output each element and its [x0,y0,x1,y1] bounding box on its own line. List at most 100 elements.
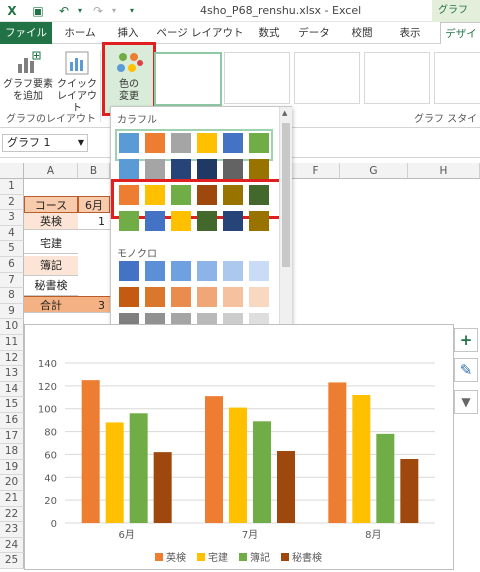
monochrome-palette-swatch[interactable] [171,287,191,307]
undo-icon[interactable]: ↶ [56,3,72,19]
colorful-palette-swatch[interactable] [249,159,269,179]
name-box-dropdown-icon[interactable]: ▼ [78,135,84,151]
cell-a4[interactable]: 宅建 [24,234,78,254]
monochrome-palette-swatch[interactable] [119,287,139,307]
tab-review[interactable]: 校閲 [340,22,384,44]
select-all-corner[interactable] [0,163,24,179]
name-box[interactable]: グラフ 1 ▼ [2,134,88,152]
customize-qat-icon[interactable]: ▾ [124,3,140,19]
cell-b7[interactable]: 3 [78,296,110,313]
monochrome-palette-swatch[interactable] [223,261,243,281]
chart-style-thumb-4[interactable] [364,52,430,104]
cell-b3[interactable]: 1 [78,213,110,230]
redo-dropdown-icon[interactable]: ▾ [106,3,122,19]
cell-b2-header[interactable]: 6月 [78,196,110,213]
chart-elements-button[interactable]: + [454,328,478,352]
colorful-palette-swatch[interactable] [249,211,269,231]
chart-area[interactable]: 0 20 40 60 80 100 120 140 6月 7月 8月 英検 宅建 簿記 秘書検 [24,324,454,570]
monochrome-palette-swatch[interactable] [197,287,217,307]
chart-style-thumb-2[interactable] [224,52,290,104]
colorful-palette-swatch[interactable] [145,159,165,179]
row-header[interactable]: 2 [0,194,24,211]
row-header[interactable]: 3 [0,210,24,226]
monochrome-palette-swatch[interactable] [249,261,269,281]
monochrome-palette-swatch[interactable] [145,261,165,281]
row-header[interactable]: 4 [0,225,24,242]
row-header[interactable]: 9 [0,303,24,320]
column-header-g[interactable]: G [340,163,408,179]
tab-file[interactable]: ファイル [0,22,52,44]
tab-design[interactable]: デザイン [440,22,480,62]
chart-style-thumb-1[interactable] [154,52,222,106]
colorful-palette-swatch[interactable] [223,185,243,205]
tab-data[interactable]: データ [292,22,336,44]
colorful-palette-swatch[interactable] [119,133,139,153]
row-header[interactable]: 12 [0,350,24,367]
colorful-palette-swatch[interactable] [119,185,139,205]
row-header[interactable]: 22 [0,506,24,523]
colorful-palette-swatch[interactable] [171,211,191,231]
colorful-palette-swatch[interactable] [197,185,217,205]
row-header[interactable]: 19 [0,459,24,476]
row-header[interactable]: 1 [0,179,24,195]
row-header[interactable]: 24 [0,537,24,554]
colorful-palette-swatch[interactable] [145,185,165,205]
monochrome-palette-swatch[interactable] [223,287,243,307]
undo-dropdown-icon[interactable]: ▾ [72,3,88,19]
colorful-palette-swatch[interactable] [249,185,269,205]
monochrome-palette-swatch[interactable] [119,261,139,281]
colorful-palette-swatch[interactable] [223,211,243,231]
tab-insert[interactable]: 挿入 [108,22,148,44]
row-header[interactable]: 21 [0,491,24,507]
row-header[interactable]: 8 [0,288,24,304]
row-header[interactable]: 5 [0,241,24,257]
quick-layout-button[interactable]: クイック レイアウト [54,50,100,114]
cell-a7[interactable]: 合計 [24,296,78,313]
add-chart-element-button[interactable]: グラフ要素 を追加 [2,50,54,106]
colorful-palette-swatch[interactable] [145,133,165,153]
column-header-f[interactable]: F [292,163,340,179]
row-header[interactable]: 25 [0,553,24,569]
redo-icon[interactable]: ↷ [90,3,106,19]
colorful-palette-swatch[interactable] [197,159,217,179]
row-header[interactable]: 13 [0,366,24,382]
tab-view[interactable]: 表示 [388,22,432,44]
monochrome-palette-swatch[interactable] [171,261,191,281]
tab-formulas[interactable]: 数式 [250,22,288,44]
chart-style-thumb-3[interactable] [294,52,360,104]
row-header[interactable]: 7 [0,272,24,289]
row-header[interactable]: 10 [0,319,24,335]
cell-a3[interactable]: 英検 [24,213,78,230]
cell-a2-header[interactable]: コース [24,196,78,213]
chart-styles-button[interactable]: ✎ [454,358,478,382]
chart-filters-button[interactable]: ▼ [454,390,478,414]
colorful-palette-swatch[interactable] [223,133,243,153]
column-header-a[interactable]: A [24,163,78,179]
colorful-palette-swatch[interactable] [119,211,139,231]
row-header[interactable]: 17 [0,428,24,445]
colorful-palette-swatch[interactable] [197,133,217,153]
colorful-palette-swatch[interactable] [223,159,243,179]
row-header[interactable]: 23 [0,522,24,538]
scroll-thumb[interactable] [282,123,290,267]
row-header[interactable]: 11 [0,335,24,351]
colorful-palette-swatch[interactable] [171,185,191,205]
column-header-b[interactable]: B [78,163,110,179]
row-header[interactable]: 20 [0,475,24,491]
row-header[interactable]: 18 [0,444,24,460]
colorful-palette-swatch[interactable] [171,159,191,179]
row-header[interactable]: 14 [0,381,24,398]
colorful-palette-swatch[interactable] [119,159,139,179]
colorful-palette-swatch[interactable] [145,211,165,231]
chart-style-thumb-5[interactable] [434,52,480,104]
scroll-up-icon[interactable]: ▲ [282,109,290,119]
tab-home[interactable]: ホーム [60,22,100,44]
row-header[interactable]: 16 [0,413,24,429]
change-colors-button[interactable]: 色の 変更 [102,42,156,116]
monochrome-palette-swatch[interactable] [145,287,165,307]
row-header[interactable]: 15 [0,397,24,413]
colorful-palette-swatch[interactable] [249,133,269,153]
cell-a6[interactable]: 秘書検 [24,276,78,296]
cell-a5[interactable]: 簿記 [24,256,78,276]
save-icon[interactable]: ▣ [30,3,46,19]
